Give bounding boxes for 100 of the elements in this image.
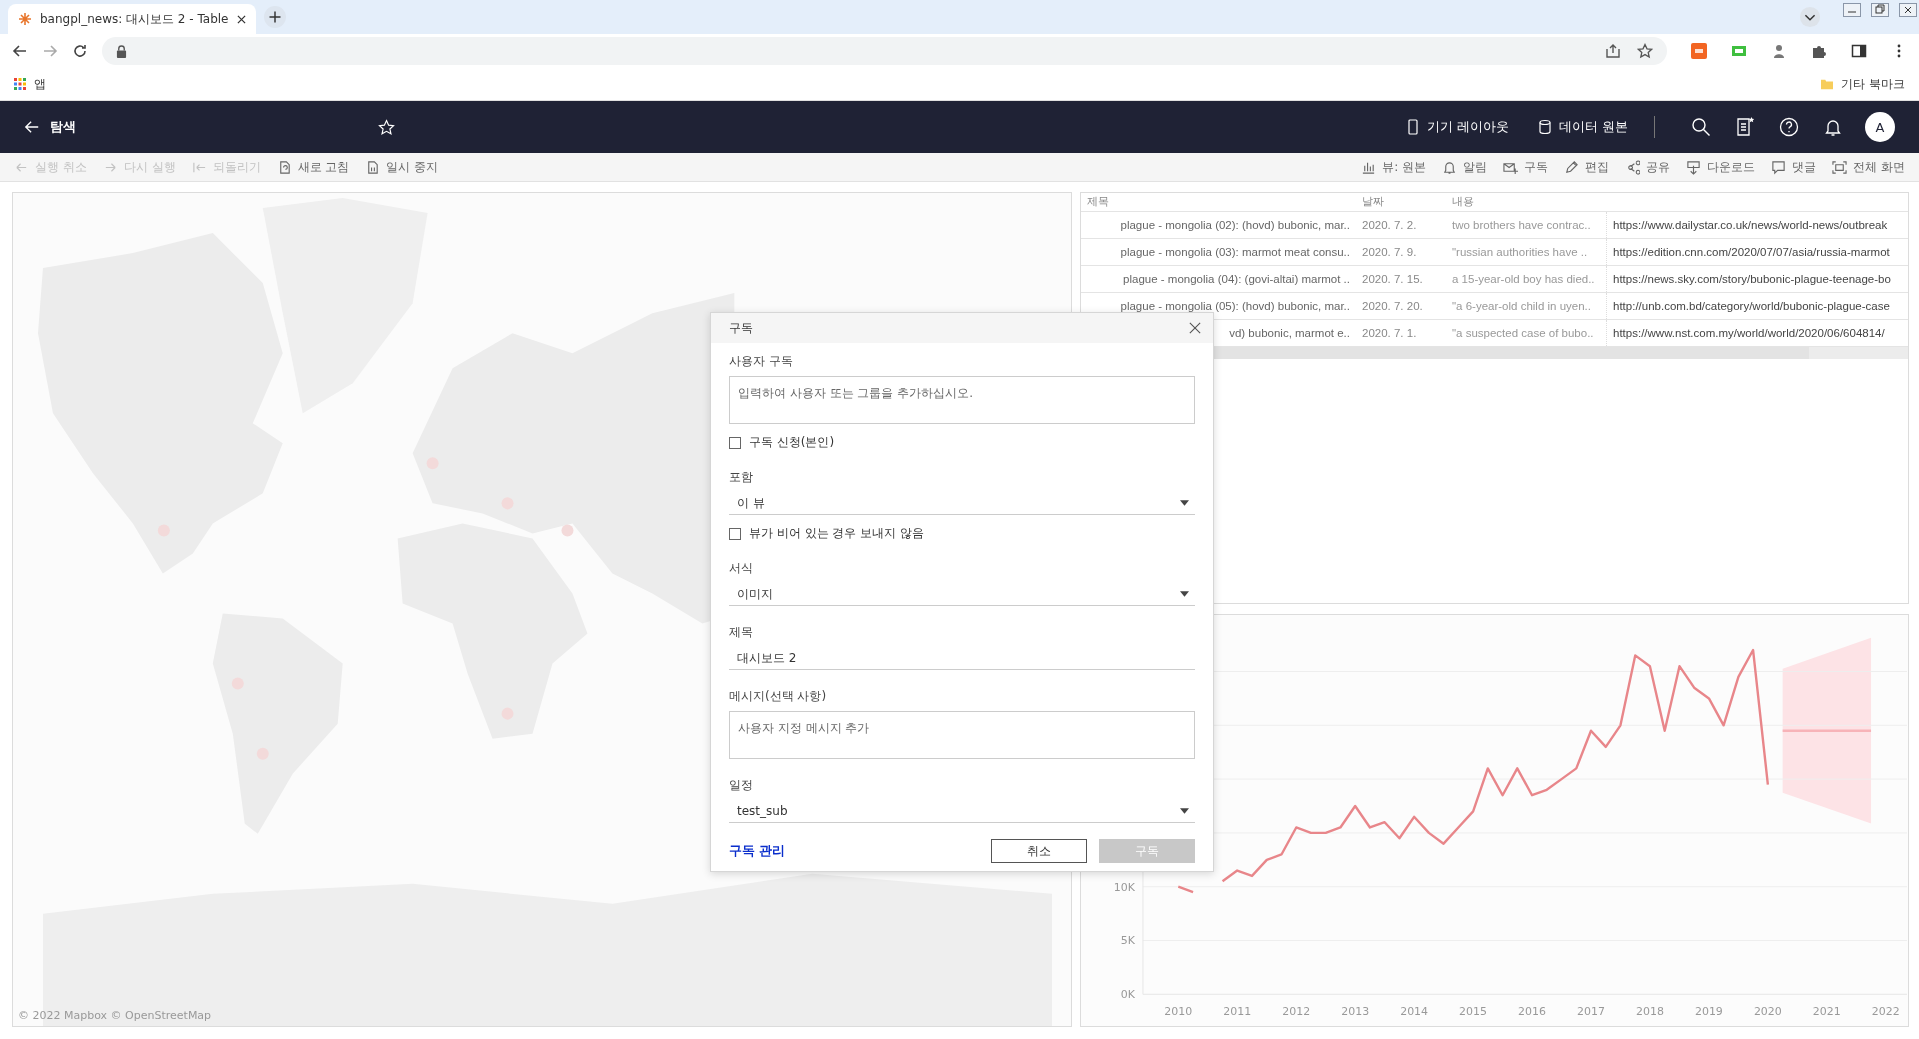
field-label: 사용자 구독 (729, 353, 794, 370)
fullscreen-icon (1832, 159, 1848, 175)
checkbox-label[interactable]: 뷰가 비어 있는 경우 보내지 않음 (749, 525, 925, 542)
x-tick-label: 2022 (1871, 1005, 1900, 1019)
x-tick-label: 2015 (1459, 1005, 1488, 1019)
table-cell-text: 2020. 7. 2. (1361, 219, 1418, 231)
table-cell: plague - mongolia (02): (hovd) bubonic, mar.. (1120, 219, 1350, 231)
column-header: 날짜 (1361, 195, 1385, 209)
x-tick-label: 2018 (1636, 1005, 1664, 1019)
toolbar-button[interactable]: 편집 (1558, 158, 1616, 176)
table-cell-text: 2020. 7. 20. (1361, 300, 1424, 312)
restore-icon[interactable] (1871, 3, 1889, 17)
bookmark[interactable]: 앱 (14, 75, 46, 93)
extension-icon[interactable] (1691, 43, 1707, 59)
pause-icon (365, 159, 381, 175)
table-cell: http://unb.com.bd/category/world/bubonic-plague-case (1606, 293, 1908, 319)
toolbar-button[interactable]: 댓글 (1765, 158, 1823, 176)
toolbar-button[interactable]: 뷰: 원본 (1355, 158, 1433, 176)
checkbox-label[interactable]: 구독 신청(본인) (749, 434, 835, 451)
data-source-button[interactable]: 데이터 원본 (1537, 118, 1628, 136)
dropdown[interactable]: 이 뷰 (729, 492, 1195, 515)
toolbar-button[interactable]: 다운로드 (1680, 158, 1762, 176)
close-icon[interactable] (1899, 3, 1917, 17)
checkbox[interactable] (729, 436, 741, 449)
x-tick-label: 2010 (1164, 1005, 1193, 1019)
table-cell-text: "a 6-year-old child in uyen.. (1451, 300, 1592, 312)
cancel-button[interactable]: 취소 (991, 839, 1087, 863)
manage-subscriptions-link[interactable]: 구독 관리 (729, 842, 786, 860)
apps-grid-icon (14, 78, 26, 90)
field-label: 포함 (729, 469, 754, 486)
toolbar-button[interactable]: 구독 (1497, 158, 1555, 176)
x-tick-label: 2017 (1577, 1005, 1605, 1019)
table-cell: plague - mongolia (04): (govi-altai) marmot .. (1123, 273, 1350, 285)
x-tick-label: 2014 (1400, 1005, 1429, 1019)
x-tick-label: 2012 (1282, 1005, 1311, 1019)
lock-icon (116, 44, 127, 58)
caret-icon (1180, 808, 1189, 814)
close-icon[interactable] (236, 14, 246, 24)
field-label: 제목 (729, 624, 754, 641)
table-cell-text: 2020. 7. 9. (1361, 246, 1418, 258)
text-area[interactable]: 사용자 지정 메시지 추가 (729, 711, 1195, 759)
search-icon[interactable] (1691, 117, 1711, 137)
y-tick-label: 0K (1120, 988, 1135, 1002)
new-tab-icon[interactable] (263, 6, 286, 28)
table-cell: plague - mongolia (05): (hovd) bubonic, mar.. (1120, 300, 1350, 312)
toolbar-button[interactable]: 알림 (1436, 158, 1494, 176)
toolbar-button[interactable]: 공유 (1619, 158, 1677, 176)
bookmark[interactable]: 기타 북마크 (1821, 75, 1905, 93)
share-icon[interactable] (1605, 43, 1621, 59)
checkbox[interactable] (729, 527, 741, 540)
x-tick-label: 2016 (1518, 1005, 1546, 1019)
reload-icon[interactable] (72, 43, 88, 59)
table-cell-text: "russian authorities have .. (1451, 246, 1589, 258)
map-attribution: © 2022 Mapbox © OpenStreetMap (17, 1009, 212, 1024)
field-label: 일정 (729, 777, 754, 794)
bell-icon (1442, 159, 1458, 175)
table-cell-text: 2020. 7. 15. (1361, 273, 1424, 285)
table-cell-text: a 15-year-old boy has died.. (1451, 273, 1596, 285)
close-icon[interactable] (1189, 322, 1201, 334)
dropdown[interactable]: 이미지 (729, 583, 1195, 606)
toolbar-button[interactable]: 일시 중지 (359, 158, 445, 176)
x-tick-label: 2020 (1753, 1005, 1782, 1019)
table-cell: plague - mongolia (03): marmot meat consu.. (1120, 246, 1350, 258)
side-panel-icon[interactable] (1851, 43, 1867, 59)
caret-icon (1180, 591, 1189, 597)
x-tick-label: 2021 (1812, 1005, 1841, 1019)
pencil-icon (1564, 159, 1580, 175)
back-button[interactable]: 탐색 (24, 118, 76, 136)
x-tick-label: 2019 (1694, 1005, 1723, 1019)
star-icon[interactable] (1637, 43, 1653, 59)
back-icon (24, 119, 40, 135)
field-label: 메시지(선택 사항) (729, 688, 828, 705)
dialog-title: 구독 (729, 319, 753, 337)
toolbar-button[interactable]: 전체 화면 (1826, 158, 1911, 176)
help-icon[interactable] (1779, 117, 1799, 137)
back-icon[interactable] (12, 43, 28, 59)
puzzle-icon[interactable] (1811, 43, 1827, 59)
y-tick-label: 10K (1113, 880, 1135, 894)
tableau-logo-icon (18, 12, 32, 26)
table-cell: https://www.dailystar.co.uk/news/world-news/outbreak (1606, 212, 1908, 238)
user-avatar[interactable]: A (1865, 112, 1895, 142)
bell-icon[interactable] (1823, 117, 1843, 137)
device-layout-button[interactable]: 기기 레이아웃 (1405, 118, 1509, 136)
table-cell: vd) bubonic, marmot e.. (1229, 327, 1350, 339)
dropdown[interactable]: test_sub (729, 800, 1195, 823)
text-area[interactable]: 입력하여 사용자 또는 그룹을 추가하십시오. (729, 376, 1195, 424)
toolbar-button[interactable]: 새로 고침 (270, 158, 356, 176)
field-label: 서식 (729, 560, 754, 577)
y-tick-label: 5K (1120, 934, 1135, 948)
table-cell: https://news.sky.com/story/bubonic-plague-teenage-bo (1606, 266, 1908, 292)
database-icon (1537, 119, 1553, 135)
chevron-down-icon[interactable] (1799, 6, 1821, 28)
extension-icon[interactable] (1771, 43, 1787, 59)
minimize-icon[interactable] (1843, 3, 1861, 17)
browser-tab[interactable]: bangpl_news: 대시보드 2 - Table (8, 4, 256, 34)
watchlist-icon[interactable] (1735, 117, 1755, 137)
share-icon (1625, 159, 1641, 175)
folder-icon (1821, 78, 1834, 90)
column-header: 제목 (1086, 195, 1110, 209)
x-tick-label: 2011 (1223, 1005, 1252, 1019)
